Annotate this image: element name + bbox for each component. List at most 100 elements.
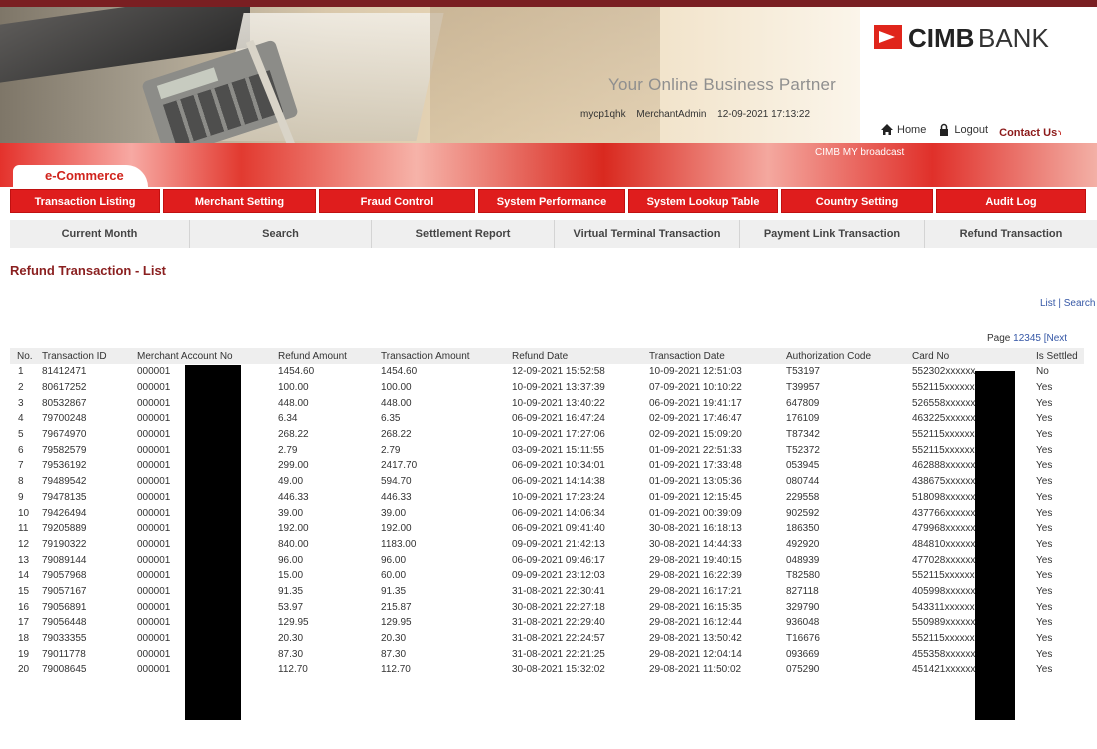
home-link[interactable]: Home <box>880 123 926 136</box>
redaction-block-card-no <box>975 371 1015 720</box>
cell-authorization-code: 229558 <box>786 491 820 503</box>
cell-transaction-date: 07-09-2021 10:10:22 <box>649 382 742 394</box>
cell-refund-date: 31-08-2021 22:30:41 <box>512 585 605 597</box>
cell-authorization-code: 186350 <box>786 523 820 535</box>
cell-no: 10 <box>18 507 30 519</box>
nav-merchant-setting[interactable]: Merchant Setting <box>163 189 316 213</box>
ecommerce-tab[interactable]: e-Commerce <box>13 165 148 187</box>
cell-authorization-code: 093669 <box>786 648 820 660</box>
cell-refund-date: 06-09-2021 16:47:24 <box>512 413 605 425</box>
table-row: 2 80617252 000001 100.00 100.00 10-09-2021 13… <box>10 380 1084 396</box>
table-header-row: No. Transaction ID Merchant Account No R… <box>10 348 1084 364</box>
cell-refund-amount: 1454.60 <box>278 366 315 378</box>
subnav-virtual-terminal-transaction[interactable]: Virtual Terminal Transaction <box>555 220 740 248</box>
nav-audit-log[interactable]: Audit Log <box>936 189 1086 213</box>
cell-refund-amount: 448.00 <box>278 397 309 409</box>
cell-transaction-id: 79056891 <box>42 601 87 613</box>
cell-refund-date: 30-08-2021 15:32:02 <box>512 664 605 676</box>
cell-transaction-amount: 215.87 <box>381 601 412 613</box>
table-row: 17 79056448 000001 129.95 129.95 31-08-2021 2… <box>10 615 1084 631</box>
nav-system-performance[interactable]: System Performance <box>478 189 625 213</box>
cell-no: 8 <box>18 476 24 488</box>
cell-transaction-amount: 446.33 <box>381 491 412 503</box>
nav-system-lookup-table[interactable]: System Lookup Table <box>628 189 778 213</box>
cell-transaction-id: 81412471 <box>42 366 87 378</box>
cell-no: 11 <box>18 523 29 535</box>
next-page-link[interactable]: [Next <box>1044 333 1067 344</box>
nav-transaction-listing[interactable]: Transaction Listing <box>10 189 160 213</box>
ecommerce-tab-label: e-Commerce <box>45 168 124 183</box>
section-band: CIMB MY broadcast e-Commerce <box>0 143 1097 187</box>
cell-refund-amount: 96.00 <box>278 554 304 566</box>
table-row: 18 79033355 000001 20.30 20.30 31-08-2021 22:… <box>10 631 1084 647</box>
cell-refund-amount: 100.00 <box>278 382 309 394</box>
cell-authorization-code: 902592 <box>786 507 820 519</box>
subnav-current-month[interactable]: Current Month <box>10 220 190 248</box>
cell-transaction-amount: 39.00 <box>381 507 407 519</box>
cell-no: 12 <box>18 538 30 550</box>
subnav-refund-transaction[interactable]: Refund Transaction <box>925 220 1097 248</box>
list-link[interactable]: List <box>1040 298 1056 309</box>
table-row: 1 81412471 000001 1454.60 1454.60 12-09-2021 … <box>10 364 1084 380</box>
brand-name-bold: CIMB <box>908 23 975 53</box>
col-header-refund-amount: Refund Amount <box>271 348 374 364</box>
col-header-merchant-account-no: Merchant Account No <box>130 348 271 364</box>
login-datetime: 12-09-2021 17:13:22 <box>717 109 811 120</box>
cell-refund-amount: 6.34 <box>278 413 298 425</box>
cell-transaction-id: 79674970 <box>42 429 87 441</box>
search-link[interactable]: Search <box>1064 298 1096 309</box>
cell-is-settled: Yes <box>1036 617 1053 629</box>
page-link-5[interactable]: 5 <box>1035 333 1041 344</box>
subnav-search[interactable]: Search <box>190 220 372 248</box>
home-icon <box>881 124 893 135</box>
table-row: 8 79489542 000001 49.00 594.70 06-09-2021 14:… <box>10 474 1084 490</box>
cell-transaction-date: 29-08-2021 16:15:35 <box>649 601 742 613</box>
cell-no: 13 <box>18 554 30 566</box>
table-row: 11 79205889 000001 192.00 192.00 06-09-2021 0… <box>10 521 1084 537</box>
cell-refund-date: 06-09-2021 09:46:17 <box>512 554 605 566</box>
cell-authorization-code: 053945 <box>786 460 820 472</box>
table-row: 20 79008645 000001 112.70 112.70 30-08-2021 1… <box>10 662 1084 678</box>
cell-transaction-date: 29-08-2021 19:40:15 <box>649 554 742 566</box>
cell-transaction-id: 79033355 <box>42 633 87 645</box>
redaction-block-merchant-account <box>185 365 241 720</box>
cell-transaction-id: 79057968 <box>42 570 87 582</box>
cell-transaction-id: 79089144 <box>42 554 87 566</box>
cell-refund-date: 06-09-2021 09:41:40 <box>512 523 605 535</box>
cell-transaction-id: 79426494 <box>42 507 87 519</box>
cell-refund-date: 10-09-2021 13:40:22 <box>512 397 605 409</box>
cell-is-settled: Yes <box>1036 476 1053 488</box>
cell-no: 2 <box>18 382 24 394</box>
broadcast-text: CIMB MY broadcast <box>815 147 905 158</box>
cell-refund-amount: 15.00 <box>278 570 304 582</box>
table-body: 1 81412471 000001 1454.60 1454.60 12-09-2021 … <box>10 364 1084 678</box>
cell-no: 9 <box>18 491 24 503</box>
cell-transaction-date: 30-08-2021 16:18:13 <box>649 523 742 535</box>
cell-refund-date: 03-09-2021 15:11:55 <box>512 444 605 456</box>
table-row: 7 79536192 000001 299.00 2417.70 06-09-2021 1… <box>10 458 1084 474</box>
logout-link[interactable]: Logout <box>937 123 988 136</box>
cell-refund-date: 30-08-2021 22:27:18 <box>512 601 605 613</box>
cell-refund-date: 09-09-2021 21:42:13 <box>512 538 605 550</box>
subnav-payment-link-transaction[interactable]: Payment Link Transaction <box>740 220 925 248</box>
nav-country-setting[interactable]: Country Setting <box>781 189 933 213</box>
cell-transaction-date: 06-09-2021 19:41:17 <box>649 397 742 409</box>
subnav-settlement-report[interactable]: Settlement Report <box>372 220 555 248</box>
cell-transaction-amount: 448.00 <box>381 397 412 409</box>
refund-transaction-table: No. Transaction ID Merchant Account No R… <box>10 348 1084 678</box>
cell-refund-amount: 91.35 <box>278 585 304 597</box>
cell-is-settled: Yes <box>1036 444 1053 456</box>
cell-transaction-date: 30-08-2021 14:44:33 <box>649 538 742 550</box>
top-accent-bar <box>0 0 1097 7</box>
contact-us-link[interactable]: Contact Us <box>999 127 1068 140</box>
cell-is-settled: Yes <box>1036 538 1053 550</box>
cell-refund-amount: 53.97 <box>278 601 304 613</box>
nav-fraud-control[interactable]: Fraud Control <box>319 189 475 213</box>
cell-transaction-id: 79011778 <box>42 648 86 660</box>
col-header-card-no: Card No <box>905 348 1029 364</box>
pagination: Page 12345 [Next <box>987 333 1067 344</box>
cell-transaction-amount: 91.35 <box>381 585 407 597</box>
cell-transaction-amount: 1454.60 <box>381 366 418 378</box>
cell-transaction-date: 10-09-2021 12:51:03 <box>649 366 742 378</box>
cell-transaction-date: 29-08-2021 16:17:21 <box>649 585 742 597</box>
